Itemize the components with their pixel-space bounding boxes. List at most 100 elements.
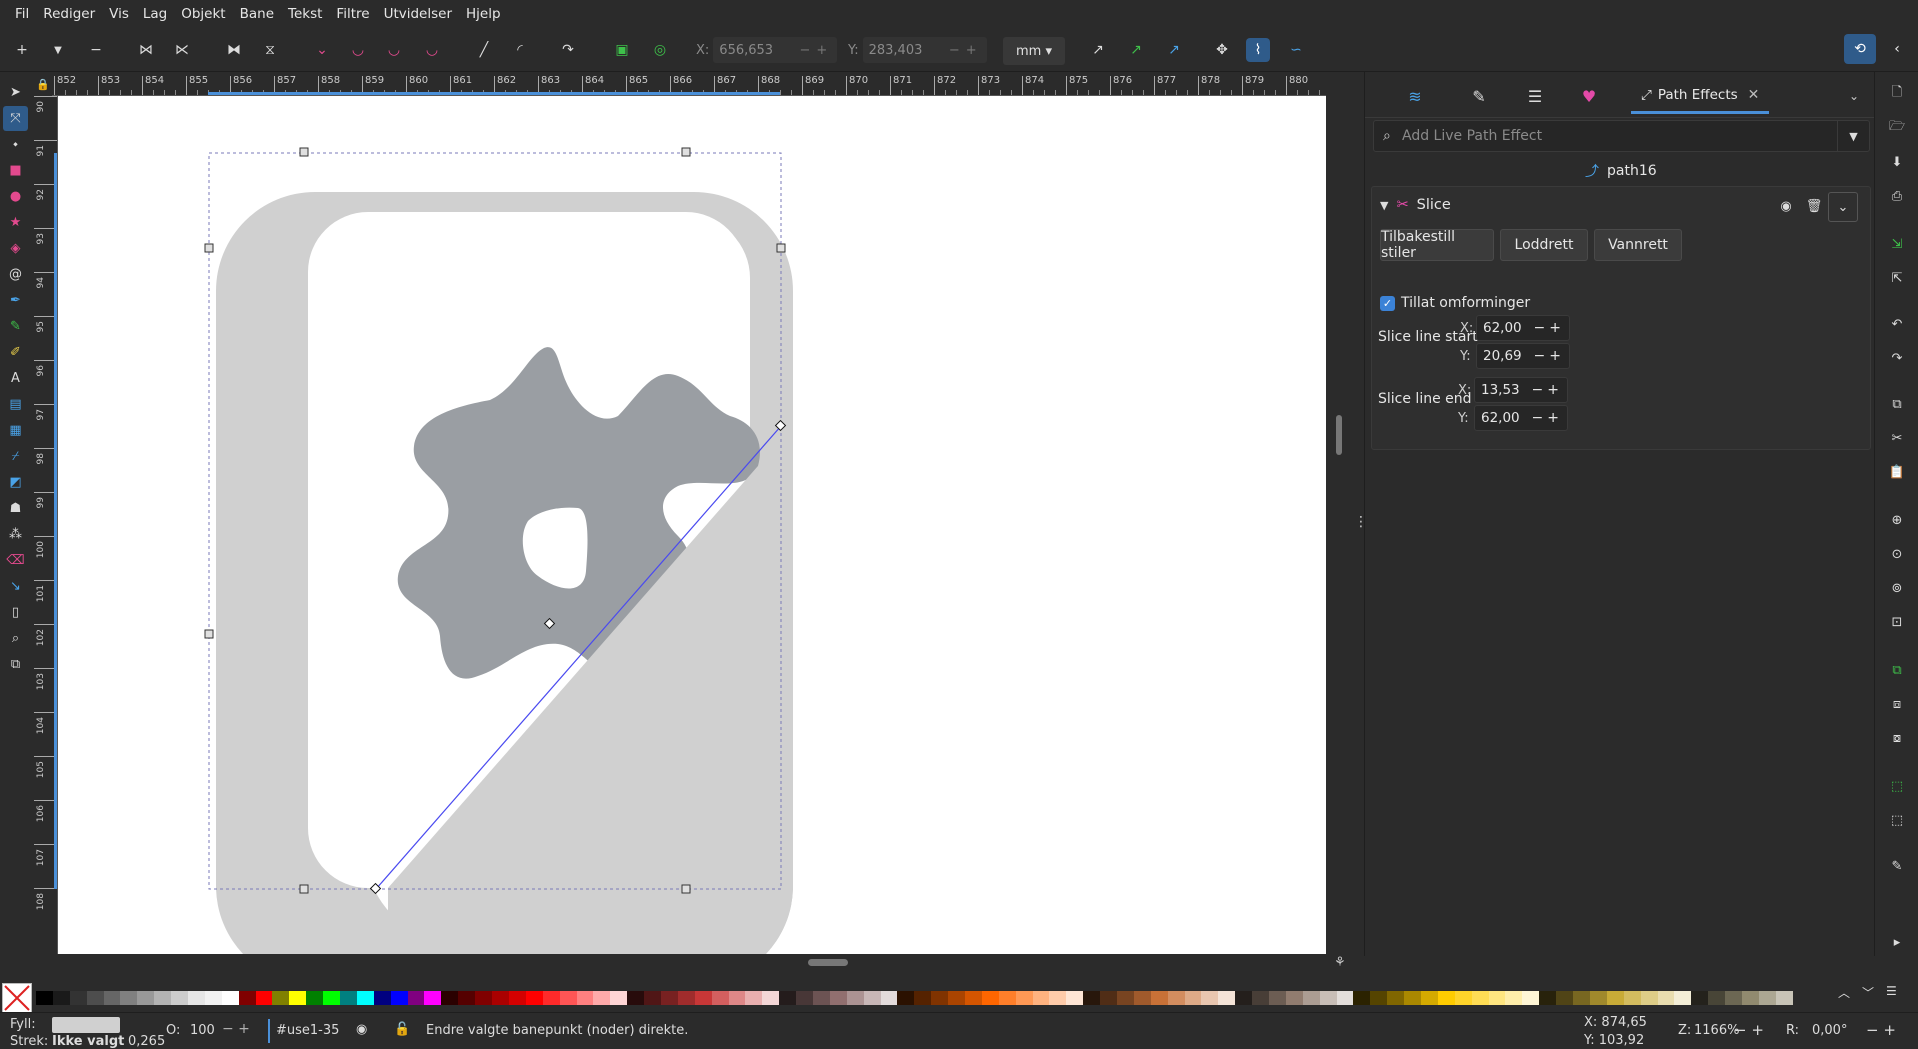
color-swatch[interactable] xyxy=(1032,991,1050,1005)
visibility-eye-icon[interactable]: ◉ xyxy=(1772,192,1800,220)
pencil-tool-icon[interactable]: ✎ xyxy=(3,314,28,339)
no-paint-swatch[interactable] xyxy=(2,983,32,1013)
palette-menu-icon[interactable]: ☰ xyxy=(1886,984,1897,1001)
export-icon[interactable]: ⇱ xyxy=(1885,266,1909,290)
color-swatch[interactable] xyxy=(1437,991,1455,1005)
color-swatch[interactable] xyxy=(238,991,256,1005)
canvas[interactable] xyxy=(58,96,1326,954)
text-tool-icon[interactable]: A xyxy=(3,366,28,391)
color-swatch[interactable] xyxy=(948,991,965,1005)
stroke-value[interactable]: Ikke valgt xyxy=(52,1034,124,1049)
color-swatch[interactable] xyxy=(1066,991,1084,1005)
menu-help[interactable]: Hjelp xyxy=(459,0,508,28)
menu-extensions[interactable]: Utvidelser xyxy=(377,0,459,28)
menu-file[interactable]: Fil xyxy=(8,0,36,28)
color-swatch[interactable] xyxy=(340,991,357,1005)
lpe-search-box[interactable]: ⌕ Add Live Path Effect ▼ xyxy=(1373,120,1870,152)
color-swatch[interactable] xyxy=(711,991,729,1005)
insert-node-dropdown-icon[interactable]: ▼ xyxy=(46,38,70,62)
color-swatch[interactable] xyxy=(981,991,999,1005)
more-commands-icon[interactable]: ▸ xyxy=(1885,930,1909,954)
rotation-input[interactable]: 0,00° xyxy=(1812,1023,1847,1038)
show-mask-icon[interactable]: ↗ xyxy=(1124,38,1148,62)
color-swatch[interactable] xyxy=(255,991,273,1005)
color-swatch[interactable] xyxy=(660,991,678,1005)
color-swatch[interactable] xyxy=(1725,991,1742,1005)
color-swatch[interactable] xyxy=(880,991,898,1005)
delete-trash-icon[interactable]: 🗑 xyxy=(1800,192,1828,220)
show-handles-icon[interactable]: ⌇ xyxy=(1246,38,1270,62)
dock-menu-icon[interactable]: ⌄ xyxy=(1843,86,1865,106)
menu-filters[interactable]: Filtre xyxy=(329,0,376,28)
zoom-drawing-icon[interactable]: ⊙ xyxy=(1885,542,1909,566)
layer-lock-icon[interactable]: 🔓 xyxy=(394,1022,410,1037)
color-swatch[interactable] xyxy=(1218,991,1236,1005)
vertical-ruler[interactable]: 90 91 92 93 94 95 96 97 98 99 100 101 102 103 104 105 10… xyxy=(34,96,58,954)
path-to-object-icon[interactable]: ↷ xyxy=(556,38,580,62)
opacity-input[interactable]: 100 xyxy=(190,1023,215,1038)
color-swatch[interactable] xyxy=(694,991,712,1005)
pen-tool-icon[interactable]: ✒ xyxy=(3,288,28,313)
color-swatch[interactable] xyxy=(1522,991,1540,1005)
break-path-icon[interactable]: ⋉ xyxy=(170,38,194,62)
color-swatch[interactable] xyxy=(728,991,746,1005)
color-swatch[interactable] xyxy=(1336,991,1354,1005)
expand-triangle-icon[interactable]: ▼ xyxy=(1380,199,1388,212)
color-swatch[interactable] xyxy=(289,991,307,1005)
color-swatch[interactable] xyxy=(1201,991,1219,1005)
color-swatch[interactable] xyxy=(1370,991,1388,1005)
connector-tool-icon[interactable]: ↘ xyxy=(3,574,28,599)
auto-smooth-node-icon[interactable]: ◡ xyxy=(420,38,444,62)
drawing[interactable] xyxy=(58,96,1326,954)
color-swatch[interactable] xyxy=(846,991,864,1005)
color-swatch[interactable] xyxy=(796,991,813,1005)
node-tool-icon[interactable]: ⤧ xyxy=(3,106,28,131)
color-swatch[interactable] xyxy=(1100,991,1117,1005)
palette-down-icon[interactable]: ﹀ xyxy=(1862,984,1874,1001)
duplicate-icon[interactable]: ⧉ xyxy=(1885,658,1909,682)
color-swatch[interactable] xyxy=(914,991,932,1005)
color-swatch[interactable] xyxy=(1049,991,1067,1005)
color-swatch[interactable] xyxy=(779,991,797,1005)
horizontal-scrollbar[interactable] xyxy=(808,959,848,966)
color-swatch[interactable] xyxy=(120,991,138,1005)
ellipse-tool-icon[interactable]: ● xyxy=(3,184,28,209)
layer-visibility-eye-icon[interactable]: ◉ xyxy=(356,1022,367,1037)
opacity-stepper-icon[interactable]: − + xyxy=(222,1021,250,1037)
color-swatch[interactable] xyxy=(1285,991,1303,1005)
color-swatch[interactable] xyxy=(424,991,442,1005)
color-swatch[interactable] xyxy=(1302,991,1320,1005)
menu-layer[interactable]: Lag xyxy=(136,0,174,28)
slice-end-x-input[interactable]: 13,53 −+ xyxy=(1474,377,1568,403)
color-swatch[interactable] xyxy=(863,991,881,1005)
color-swatch[interactable] xyxy=(576,991,594,1005)
y-input[interactable]: 283,403 −+ xyxy=(862,37,987,63)
unlink-clone-icon[interactable]: ⧇ xyxy=(1885,726,1909,750)
color-swatch[interactable] xyxy=(492,991,509,1005)
color-swatch[interactable] xyxy=(103,991,121,1005)
color-swatch[interactable] xyxy=(1623,991,1641,1005)
color-swatch[interactable] xyxy=(1015,991,1033,1005)
pages-tool-icon[interactable]: ▯ xyxy=(3,600,28,625)
color-swatch[interactable] xyxy=(1387,991,1405,1005)
zoom-selection-icon[interactable]: ⊕ xyxy=(1885,508,1909,532)
smooth-node-icon[interactable]: ◡ xyxy=(346,38,370,62)
show-lpe-icon[interactable]: ↗ xyxy=(1162,38,1186,62)
current-layer[interactable]: #use1-35 xyxy=(276,1023,339,1038)
slice-start-y-input[interactable]: 20,69 −+ xyxy=(1476,343,1570,369)
color-swatch[interactable] xyxy=(1454,991,1472,1005)
color-swatch[interactable] xyxy=(1184,991,1202,1005)
color-swatch[interactable] xyxy=(1083,991,1101,1005)
color-swatch[interactable] xyxy=(762,991,780,1005)
color-swatch[interactable] xyxy=(188,991,205,1005)
selector-tool-icon[interactable]: ➤ xyxy=(3,80,28,105)
fill-swatch[interactable] xyxy=(52,1017,120,1033)
insert-node-icon[interactable]: + xyxy=(10,38,34,62)
color-swatch[interactable] xyxy=(204,991,222,1005)
cut-icon[interactable]: ✂ xyxy=(1885,426,1909,450)
color-swatch[interactable] xyxy=(1133,991,1151,1005)
color-swatch[interactable] xyxy=(1117,991,1134,1005)
color-swatch[interactable] xyxy=(542,991,560,1005)
color-swatch[interactable] xyxy=(1488,991,1506,1005)
color-swatch[interactable] xyxy=(356,991,374,1005)
